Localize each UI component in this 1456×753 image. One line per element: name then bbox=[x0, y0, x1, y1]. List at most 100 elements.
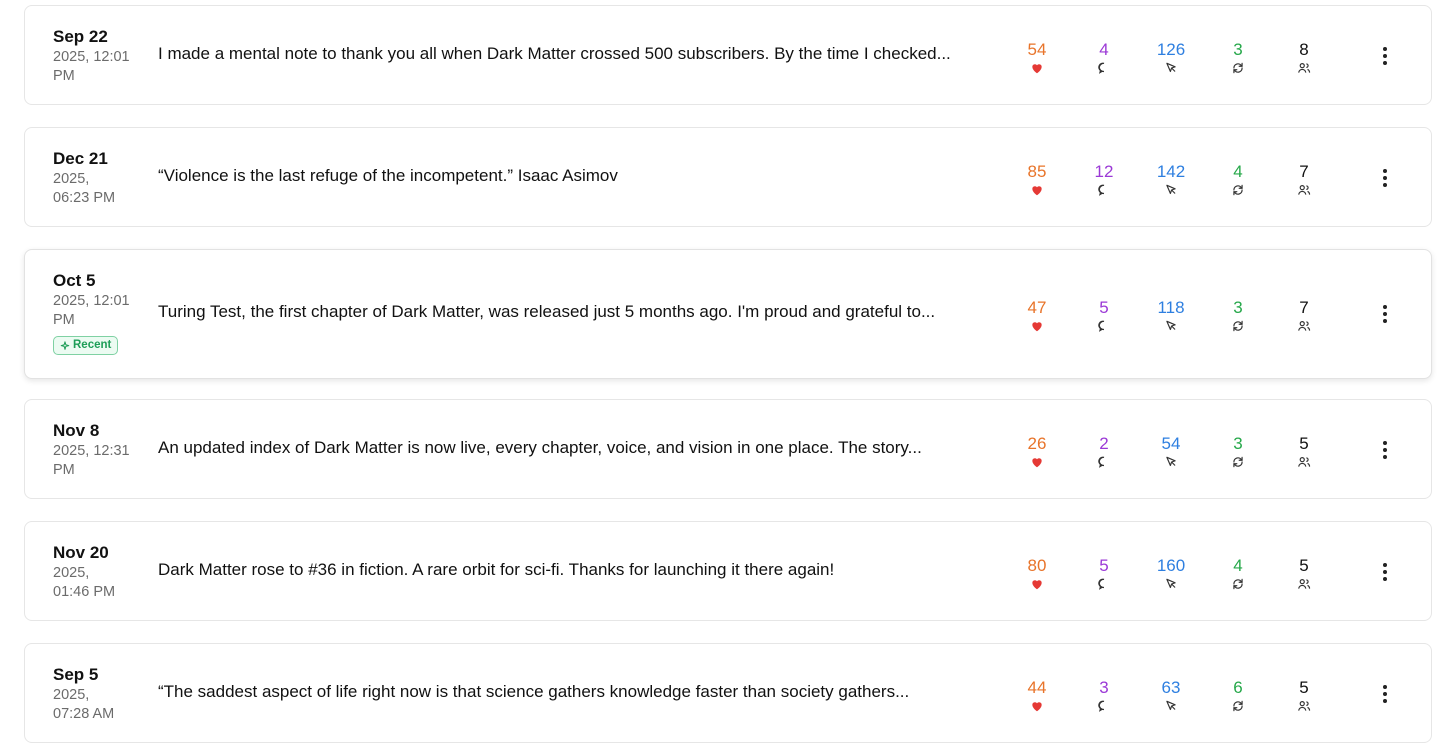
note-date: Sep 5 2025, 07:28 AM bbox=[53, 664, 143, 724]
clicks-count: 118 bbox=[1157, 298, 1185, 317]
note-text[interactable]: I made a mental note to thank you all wh… bbox=[158, 43, 983, 65]
more-vertical-icon[interactable] bbox=[1375, 560, 1395, 584]
clicks-count: 54 bbox=[1161, 434, 1181, 453]
users-icon bbox=[1274, 455, 1334, 469]
restack-arrows-icon bbox=[1208, 577, 1268, 591]
comments-count: 12 bbox=[1094, 162, 1114, 181]
restack-arrows-icon bbox=[1208, 183, 1268, 197]
restacks-count: 3 bbox=[1233, 298, 1243, 317]
likes-count: 47 bbox=[1027, 298, 1047, 317]
restacks-stat: 3 bbox=[1208, 40, 1268, 75]
cursor-click-icon bbox=[1141, 61, 1201, 75]
subscribers-stat: 5 bbox=[1274, 434, 1334, 469]
note-card[interactable]: Sep 5 2025, 07:28 AM “The saddest aspect … bbox=[24, 643, 1432, 743]
users-icon bbox=[1274, 699, 1334, 713]
restack-arrows-icon bbox=[1208, 61, 1268, 75]
heart-icon bbox=[1007, 577, 1067, 591]
comments-count: 5 bbox=[1099, 298, 1109, 317]
note-date-day: Sep 5 bbox=[53, 665, 99, 684]
comments-stat: 4 bbox=[1074, 40, 1134, 75]
note-text[interactable]: “The saddest aspect of life right now is… bbox=[158, 681, 983, 703]
note-date-time: 2025, 12:01 PM bbox=[53, 49, 130, 84]
likes-count: 44 bbox=[1027, 678, 1047, 697]
restacks-count: 3 bbox=[1233, 434, 1243, 453]
users-icon bbox=[1274, 61, 1334, 75]
restacks-stat: 3 bbox=[1208, 434, 1268, 469]
notes-list: Sep 22 2025, 12:01 PM I made a mental not… bbox=[0, 0, 1456, 753]
clicks-count: 63 bbox=[1161, 678, 1181, 697]
restack-arrows-icon bbox=[1208, 319, 1268, 333]
comments-stat: 5 bbox=[1074, 556, 1134, 591]
likes-count: 85 bbox=[1027, 162, 1047, 181]
comments-count: 3 bbox=[1099, 678, 1109, 697]
note-card[interactable]: Dec 21 2025, 06:23 PM “Violence is the la… bbox=[24, 127, 1432, 227]
heart-icon bbox=[1007, 319, 1067, 333]
note-text[interactable]: Turing Test, the first chapter of Dark M… bbox=[158, 301, 983, 323]
clicks-stat: 142 bbox=[1141, 162, 1201, 197]
note-card[interactable]: Nov 20 2025, 01:46 PM Dark Matter rose to… bbox=[24, 521, 1432, 621]
note-date-day: Nov 8 bbox=[53, 421, 100, 440]
comments-stat: 12 bbox=[1074, 162, 1134, 197]
note-date-day: Oct 5 bbox=[53, 271, 96, 290]
likes-count: 54 bbox=[1027, 40, 1047, 59]
comments-stat: 5 bbox=[1074, 298, 1134, 333]
clicks-count: 142 bbox=[1156, 162, 1186, 181]
note-date-time: 2025, 12:31 PM bbox=[53, 443, 130, 478]
users-icon bbox=[1274, 183, 1334, 197]
subscribers-count: 5 bbox=[1299, 434, 1309, 453]
note-date: Sep 22 2025, 12:01 PM bbox=[53, 26, 143, 86]
subscribers-count: 5 bbox=[1299, 678, 1309, 697]
heart-icon bbox=[1007, 61, 1067, 75]
note-card[interactable]: Nov 8 2025, 12:31 PM An updated index of … bbox=[24, 399, 1432, 499]
note-text[interactable]: “Violence is the last refuge of the inco… bbox=[158, 165, 983, 187]
likes-stat: 85 bbox=[1007, 162, 1067, 197]
note-date-day: Sep 22 bbox=[53, 27, 108, 46]
comments-count: 4 bbox=[1099, 40, 1109, 59]
restacks-count: 4 bbox=[1233, 556, 1243, 575]
note-text[interactable]: An updated index of Dark Matter is now l… bbox=[158, 437, 983, 459]
restacks-count: 3 bbox=[1233, 40, 1243, 59]
comment-bubble-icon bbox=[1074, 61, 1134, 75]
note-card[interactable]: Sep 22 2025, 12:01 PM I made a mental not… bbox=[24, 5, 1432, 105]
more-vertical-icon[interactable] bbox=[1375, 44, 1395, 68]
more-vertical-icon[interactable] bbox=[1375, 166, 1395, 190]
note-date-time: 2025, 07:28 AM bbox=[53, 687, 115, 722]
heart-icon bbox=[1007, 183, 1067, 197]
cursor-click-icon bbox=[1141, 183, 1201, 197]
note-date-time: 2025, 12:01 PM bbox=[53, 293, 130, 328]
users-icon bbox=[1274, 577, 1334, 591]
comment-bubble-icon bbox=[1074, 455, 1134, 469]
subscribers-stat: 5 bbox=[1274, 678, 1334, 713]
likes-stat: 80 bbox=[1007, 556, 1067, 591]
recent-badge: Recent bbox=[53, 336, 119, 355]
clicks-count: 160 bbox=[1156, 556, 1186, 575]
likes-stat: 47 bbox=[1007, 298, 1067, 333]
recent-badge-label: Recent bbox=[73, 339, 112, 351]
note-date: Oct 5 2025, 12:01 PM Recent bbox=[53, 270, 143, 356]
heart-icon bbox=[1007, 455, 1067, 469]
more-vertical-icon[interactable] bbox=[1375, 438, 1395, 462]
cursor-click-icon bbox=[1141, 455, 1201, 469]
note-date-day: Nov 20 bbox=[53, 543, 109, 562]
restacks-stat: 4 bbox=[1208, 162, 1268, 197]
likes-stat: 44 bbox=[1007, 678, 1067, 713]
comments-count: 2 bbox=[1099, 434, 1109, 453]
restacks-stat: 6 bbox=[1208, 678, 1268, 713]
comment-bubble-icon bbox=[1074, 183, 1134, 197]
clicks-stat: 118 bbox=[1141, 298, 1201, 333]
clicks-stat: 126 bbox=[1141, 40, 1201, 75]
subscribers-count: 7 bbox=[1299, 162, 1309, 181]
users-icon bbox=[1274, 319, 1334, 333]
more-vertical-icon[interactable] bbox=[1375, 682, 1395, 706]
more-vertical-icon[interactable] bbox=[1375, 302, 1395, 326]
clicks-count: 126 bbox=[1156, 40, 1186, 59]
cursor-click-icon bbox=[1141, 577, 1201, 591]
clicks-stat: 54 bbox=[1141, 434, 1201, 469]
note-date: Nov 8 2025, 12:31 PM bbox=[53, 420, 143, 480]
subscribers-stat: 8 bbox=[1274, 40, 1334, 75]
subscribers-count: 8 bbox=[1299, 40, 1309, 59]
note-text[interactable]: Dark Matter rose to #36 in fiction. A ra… bbox=[158, 559, 983, 581]
note-card[interactable]: Oct 5 2025, 12:01 PM Recent Turing Test, … bbox=[24, 249, 1432, 379]
comment-bubble-icon bbox=[1074, 319, 1134, 333]
subscribers-stat: 5 bbox=[1274, 556, 1334, 591]
